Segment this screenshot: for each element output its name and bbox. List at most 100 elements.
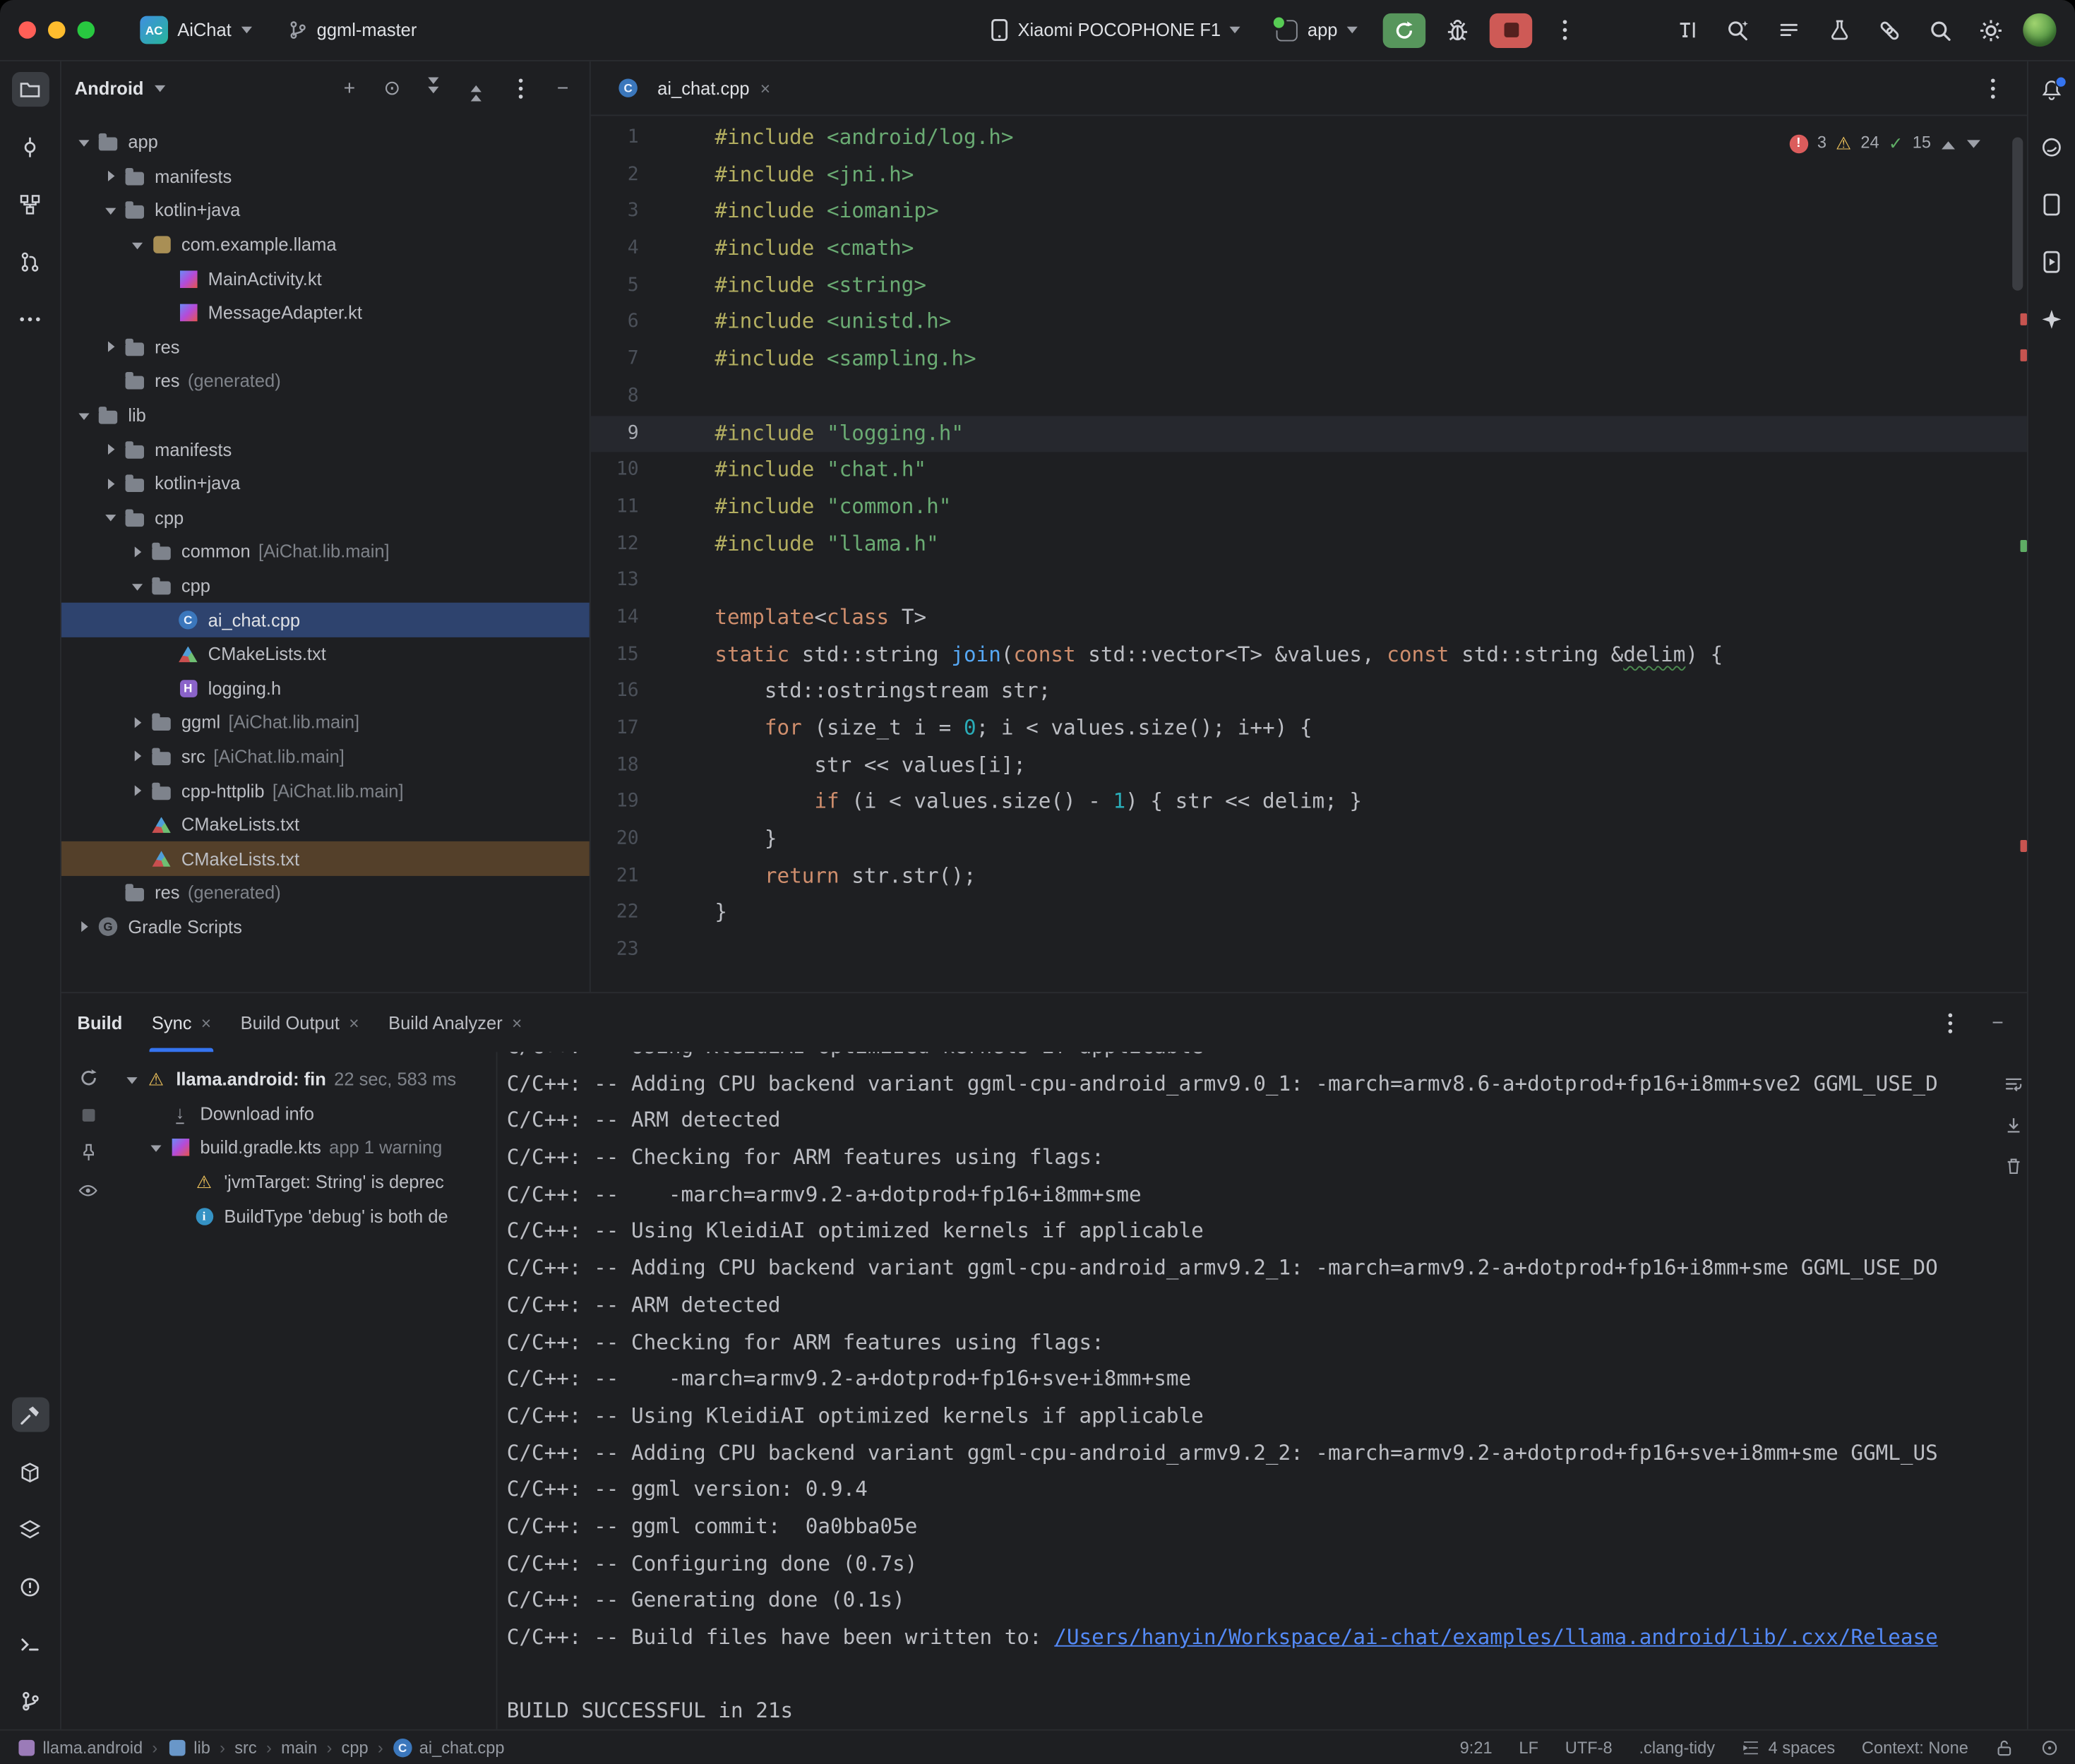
tree-item[interactable]: app — [61, 126, 590, 160]
project-view-selector[interactable]: Android — [75, 78, 144, 97]
version-control-tool-icon[interactable] — [11, 1684, 49, 1719]
close-window-button[interactable] — [18, 21, 36, 39]
device-manager-tool-icon[interactable] — [2033, 186, 2070, 221]
vcs-stripe-mark[interactable] — [2021, 540, 2027, 552]
close-tab-icon[interactable]: × — [201, 1014, 211, 1031]
project-selector[interactable]: AC AiChat — [129, 11, 263, 49]
preview-eye-icon[interactable] — [78, 1180, 99, 1201]
tree-item[interactable]: MainActivity.kt — [61, 262, 590, 296]
breadcrumb-item[interactable]: cpp — [342, 1738, 369, 1756]
editor-scrollbar[interactable] — [2012, 138, 2023, 291]
chevron-down-icon[interactable] — [72, 404, 95, 426]
chevron-right-icon[interactable] — [99, 473, 121, 494]
caret-position[interactable]: 9:21 — [1460, 1738, 1493, 1756]
tree-item[interactable]: manifests — [61, 160, 590, 193]
tree-item[interactable]: CMakeLists.txt — [61, 808, 590, 841]
tree-item[interactable]: com.example.llama — [61, 228, 590, 262]
hide-panel-icon[interactable]: − — [549, 75, 576, 102]
breadcrumb-item[interactable]: ai_chat.cpp — [393, 1736, 505, 1758]
clang-tidy-indicator[interactable]: .clang-tidy — [1639, 1738, 1715, 1756]
breadcrumb-item[interactable]: llama.android — [16, 1736, 143, 1758]
device-explorer-tool-icon[interactable] — [11, 1512, 49, 1547]
stop-build-icon[interactable] — [78, 1105, 97, 1125]
tree-item[interactable]: MessageAdapter.kt — [61, 296, 590, 330]
notifications-icon[interactable] — [2033, 72, 2070, 107]
running-devices-tool-icon[interactable] — [2033, 244, 2070, 279]
tree-item[interactable]: CMakeLists.txt — [61, 842, 590, 876]
tree-item[interactable]: kotlin+java — [61, 193, 590, 227]
pin-icon[interactable] — [78, 1143, 97, 1163]
inspections-widget-icon[interactable] — [2040, 1738, 2059, 1756]
options-kebab-icon[interactable] — [507, 75, 534, 102]
tree-item[interactable]: CMakeLists.txt — [61, 637, 590, 671]
tree-item[interactable]: manifests — [61, 433, 590, 467]
build-tab[interactable]: Build Analyzer× — [388, 993, 522, 1052]
settings-icon[interactable] — [1973, 13, 2010, 47]
chevron-right-icon[interactable] — [99, 337, 121, 358]
error-stripe-mark[interactable] — [2021, 840, 2027, 852]
build-tab[interactable]: Sync× — [152, 993, 211, 1052]
file-path-link[interactable]: /Users/hanyin/Workspace/ai-chat/examples… — [1054, 1625, 1937, 1649]
context-indicator[interactable]: Context: None — [1862, 1738, 1968, 1756]
build-console[interactable]: C/C++: -- Using KleidiAI optimized kerne… — [507, 1052, 1985, 1729]
chevron-down-icon[interactable] — [120, 1069, 143, 1090]
terminal-tool-icon[interactable] — [11, 1626, 49, 1661]
run-configuration-selector[interactable]: app — [1266, 14, 1369, 46]
hide-build-panel-icon[interactable]: − — [1985, 1009, 2011, 1036]
editor-area[interactable]: ai_chat.cpp × 1#include <android/log.h>2… — [591, 61, 2027, 992]
scroll-to-end-icon[interactable] — [2003, 1115, 2024, 1136]
next-problem-icon[interactable] — [1966, 136, 1982, 152]
locate-file-icon[interactable]: ⊙ — [378, 75, 405, 102]
build-tool-icon[interactable] — [11, 1397, 49, 1432]
user-avatar[interactable] — [2023, 13, 2056, 47]
clear-console-icon[interactable] — [2003, 1156, 2024, 1177]
breadcrumb-item[interactable]: src — [234, 1738, 256, 1756]
tree-item[interactable]: cpp — [61, 569, 590, 603]
search-everywhere-icon[interactable] — [1922, 13, 1959, 47]
tree-item[interactable]: common[AiChat.lib.main] — [61, 535, 590, 569]
inspections-widget[interactable]: ! 3 ⚠ 24 ✓ 15 — [1789, 126, 1982, 162]
chevron-right-icon[interactable] — [72, 916, 95, 937]
project-tool-icon[interactable] — [11, 72, 49, 107]
lock-icon[interactable] — [1995, 1738, 2014, 1756]
add-icon[interactable]: + — [336, 75, 363, 102]
chevron-down-icon[interactable] — [144, 1137, 167, 1158]
close-tab-icon[interactable]: × — [512, 1014, 522, 1031]
device-selector[interactable]: Xiaomi POCOPHONE F1 — [981, 13, 1253, 47]
indent-indicator[interactable]: 4 spaces — [1742, 1738, 1835, 1756]
tree-item[interactable]: Gradle Scripts — [61, 910, 590, 944]
gemini-tool-icon[interactable] — [2033, 301, 2070, 336]
ai-search-icon[interactable] — [1719, 13, 1757, 47]
previous-problem-icon[interactable] — [1940, 136, 1956, 152]
expand-all-icon[interactable] — [421, 75, 448, 102]
build-tree-item[interactable]: 'jvmTarget: String' is deprec — [117, 1165, 496, 1199]
build-tree-item[interactable]: Download info — [117, 1097, 496, 1131]
rerun-sync-icon[interactable] — [78, 1068, 97, 1088]
encoding-indicator[interactable]: UTF-8 — [1565, 1738, 1613, 1756]
commit-tool-icon[interactable] — [11, 129, 49, 164]
build-options-kebab-icon[interactable] — [1937, 1009, 1963, 1036]
chevron-right-icon[interactable] — [126, 541, 148, 563]
chevron-down-icon[interactable] — [126, 575, 148, 596]
error-stripe-mark[interactable] — [2021, 313, 2027, 325]
tree-item[interactable]: src[AiChat.lib.main] — [61, 740, 590, 774]
tree-item[interactable]: ai_chat.cpp — [61, 603, 590, 637]
tree-item[interactable]: cpp — [61, 500, 590, 534]
chevron-right-icon[interactable] — [126, 746, 148, 767]
zoom-window-button[interactable] — [78, 21, 95, 39]
more-tool-windows-icon[interactable] — [11, 301, 49, 336]
tree-item[interactable]: kotlin+java — [61, 467, 590, 500]
profiler-icon[interactable] — [1820, 13, 1858, 47]
chevron-down-icon[interactable] — [99, 200, 121, 221]
breadcrumb-item[interactable]: lib — [167, 1736, 210, 1758]
build-tree-item[interactable]: BuildType 'debug' is both de — [117, 1199, 496, 1233]
vcs-branch-selector[interactable]: ggml-master — [277, 15, 427, 45]
ai-actions-icon[interactable] — [1668, 13, 1706, 47]
code-editor[interactable]: 1#include <android/log.h>2#include <jni.… — [591, 116, 2027, 992]
chevron-right-icon[interactable] — [99, 439, 121, 460]
tree-item[interactable]: lib — [61, 398, 590, 432]
editor-options-kebab-icon[interactable] — [1979, 75, 2006, 102]
logcat-icon[interactable] — [1769, 13, 1807, 47]
problems-tool-icon[interactable] — [11, 1569, 49, 1604]
close-tab-icon[interactable]: × — [349, 1014, 359, 1031]
